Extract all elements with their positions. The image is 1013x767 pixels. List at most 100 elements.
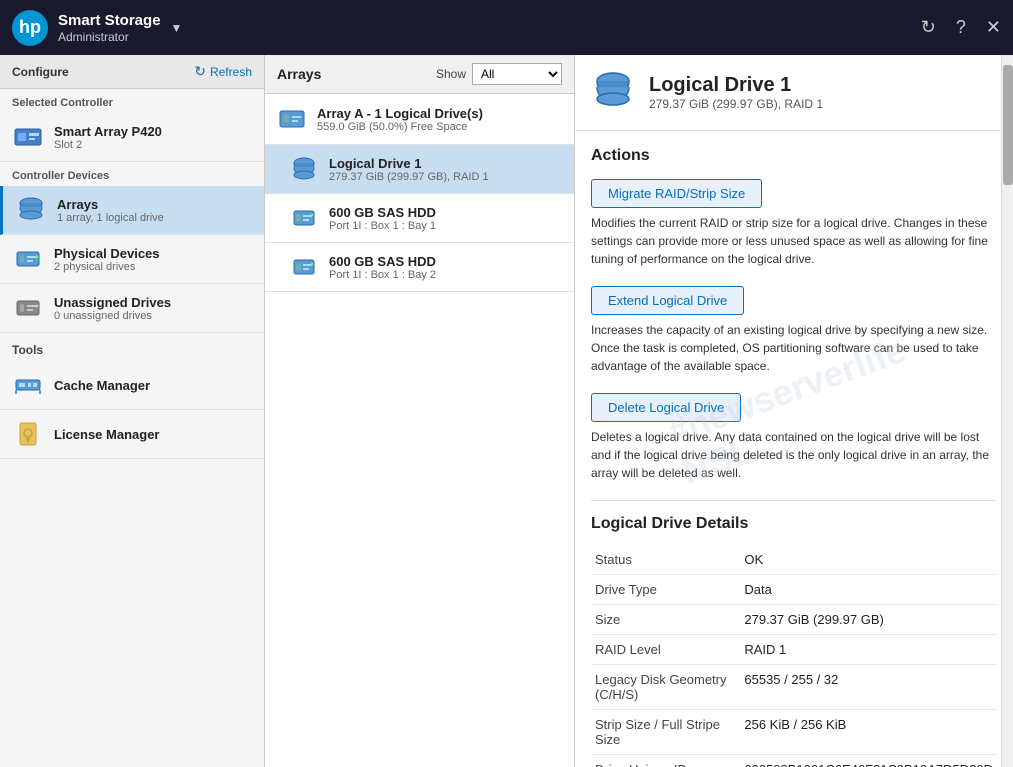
sidebar: Configure ↻ Refresh Selected Controller …: [0, 55, 265, 767]
action-migrate-raid: Migrate RAID/Strip Size Modifies the cur…: [591, 179, 997, 268]
physical-devices-text: Physical Devices 2 physical drives: [54, 246, 160, 273]
drive-item-logical-drive-1[interactable]: Logical Drive 1 279.37 GiB (299.97 GB), …: [265, 145, 574, 194]
controller-icon: [12, 121, 44, 153]
center-header: Arrays Show All: [265, 55, 574, 94]
show-select[interactable]: All: [472, 63, 562, 85]
details-value-5: 256 KiB / 256 KiB: [740, 710, 997, 755]
delete-logical-drive-desc: Deletes a logical drive. Any data contai…: [591, 428, 997, 482]
right-header: Logical Drive 1 279.37 GiB (299.97 GB), …: [575, 55, 1013, 131]
logical-drive-1-text: Logical Drive 1 279.37 GiB (299.97 GB), …: [329, 156, 489, 183]
logo-area: hp Smart Storage Administrator ▼: [12, 10, 921, 46]
app-name: Smart Storage: [58, 12, 161, 30]
tools-label: Tools: [0, 333, 264, 361]
extend-logical-drive-button[interactable]: Extend Logical Drive: [591, 286, 744, 315]
controller-name: Smart Array P420: [54, 124, 162, 139]
details-row-0: StatusOK: [591, 545, 997, 575]
selected-controller-label: Selected Controller: [0, 89, 264, 113]
sidebar-item-arrays[interactable]: Arrays 1 array, 1 logical drive: [0, 186, 264, 235]
scrollbar-thumb: [1003, 65, 1013, 185]
details-label-3: RAID Level: [591, 635, 740, 665]
details-table: StatusOKDrive TypeDataSize279.37 GiB (29…: [591, 545, 997, 767]
details-value-2: 279.37 GiB (299.97 GB): [740, 605, 997, 635]
array-group-icon: [277, 104, 307, 134]
physical-devices-name: Physical Devices: [54, 246, 160, 261]
cache-manager-text: Cache Manager: [54, 378, 150, 393]
unassigned-text: Unassigned Drives 0 unassigned drives: [54, 295, 171, 322]
details-label-5: Strip Size / Full Stripe Size: [591, 710, 740, 755]
cache-manager-name: Cache Manager: [54, 378, 150, 393]
right-scrollbar[interactable]: [1001, 55, 1013, 767]
details-label-0: Status: [591, 545, 740, 575]
delete-logical-drive-button[interactable]: Delete Logical Drive: [591, 393, 741, 422]
center-panel: Arrays Show All: [265, 55, 575, 767]
arrays-name: Arrays: [57, 197, 164, 212]
app-dropdown-arrow[interactable]: ▼: [171, 21, 183, 35]
details-label-4: Legacy Disk Geometry (C/H/S): [591, 665, 740, 710]
sidebar-item-unassigned-drives[interactable]: Unassigned Drives 0 unassigned drives: [0, 284, 264, 333]
sidebar-item-license-manager[interactable]: License Manager: [0, 410, 264, 459]
details-value-4: 65535 / 255 / 32: [740, 665, 997, 710]
close-icon[interactable]: ✕: [986, 17, 1001, 38]
configure-header: Configure ↻ Refresh: [0, 55, 264, 89]
unassigned-name: Unassigned Drives: [54, 295, 171, 310]
details-row-1: Drive TypeData: [591, 575, 997, 605]
sidebar-item-physical-devices[interactable]: Physical Devices 2 physical drives: [0, 235, 264, 284]
extend-logical-drive-desc: Increases the capacity of an existing lo…: [591, 321, 997, 375]
migrate-raid-desc: Modifies the current RAID or strip size …: [591, 214, 997, 268]
hp-logo: hp: [12, 10, 48, 46]
drive-item-sas-hdd-1[interactable]: 600 GB SAS HDD Port 1I : Box 1 : Bay 1: [265, 194, 574, 243]
details-value-1: Data: [740, 575, 997, 605]
migrate-raid-button[interactable]: Migrate RAID/Strip Size: [591, 179, 762, 208]
help-icon[interactable]: ?: [956, 17, 966, 38]
right-title-area: Logical Drive 1 279.37 GiB (299.97 GB), …: [649, 74, 823, 111]
array-group-text: Array A - 1 Logical Drive(s) 559.0 GiB (…: [317, 106, 483, 133]
main-layout: Configure ↻ Refresh Selected Controller …: [0, 55, 1013, 767]
details-row-2: Size279.37 GiB (299.97 GB): [591, 605, 997, 635]
array-group-item[interactable]: Array A - 1 Logical Drive(s) 559.0 GiB (…: [265, 94, 574, 145]
license-manager-icon: [12, 418, 44, 450]
right-subtitle: 279.37 GiB (299.97 GB), RAID 1: [649, 97, 823, 111]
details-row-5: Strip Size / Full Stripe Size256 KiB / 2…: [591, 710, 997, 755]
logical-drive-1-icon: [289, 154, 319, 184]
app-subtitle: Administrator: [58, 30, 161, 44]
details-value-0: OK: [740, 545, 997, 575]
details-value-6: 600508B1001C6E46F31C9B19A7D5D20D: [740, 755, 997, 767]
topbar-icons: ↻ ? ✕: [921, 17, 1001, 38]
right-content: Actions Migrate RAID/Strip Size Modifies…: [575, 131, 1013, 767]
logical-drive-1-sub: 279.37 GiB (299.97 GB), RAID 1: [329, 171, 489, 183]
details-row-6: Drive Unique ID600508B1001C6E46F31C9B19A…: [591, 755, 997, 767]
sas-hdd-1-sub: Port 1I : Box 1 : Bay 1: [329, 220, 436, 232]
details-row-3: RAID LevelRAID 1: [591, 635, 997, 665]
license-manager-name: License Manager: [54, 427, 160, 442]
unassigned-sub: 0 unassigned drives: [54, 310, 171, 322]
logical-drive-header-icon: [591, 69, 635, 116]
refresh-icon-sidebar: ↻: [194, 63, 206, 80]
show-filter: Show All: [436, 63, 562, 85]
license-manager-text: License Manager: [54, 427, 160, 442]
right-panel: #newserverlifeNSL Logical Drive 1 279.37…: [575, 55, 1013, 767]
sas-hdd-2-sub: Port 1I : Box 1 : Bay 2: [329, 269, 436, 281]
refresh-button[interactable]: ↻ Refresh: [194, 63, 252, 80]
show-label: Show: [436, 67, 466, 81]
arrays-sub: 1 array, 1 logical drive: [57, 212, 164, 224]
arrays-icon: [15, 194, 47, 226]
controller-slot: Slot 2: [54, 139, 162, 151]
array-group-sub: 559.0 GiB (50.0%) Free Space: [317, 121, 483, 133]
section-divider: [591, 500, 997, 501]
action-delete-drive: Delete Logical Drive Deletes a logical d…: [591, 393, 997, 482]
sidebar-item-controller[interactable]: Smart Array P420 Slot 2: [0, 113, 264, 162]
controller-text: Smart Array P420 Slot 2: [54, 124, 162, 151]
details-value-3: RAID 1: [740, 635, 997, 665]
center-title: Arrays: [277, 66, 321, 82]
drive-list: Array A - 1 Logical Drive(s) 559.0 GiB (…: [265, 94, 574, 767]
actions-title: Actions: [591, 147, 997, 165]
details-label-2: Size: [591, 605, 740, 635]
sidebar-item-cache-manager[interactable]: Cache Manager: [0, 361, 264, 410]
sas-hdd-2-icon: [289, 252, 319, 282]
sas-hdd-2-text: 600 GB SAS HDD Port 1I : Box 1 : Bay 2: [329, 254, 436, 281]
refresh-icon[interactable]: ↻: [921, 17, 936, 38]
sas-hdd-1-icon: [289, 203, 319, 233]
controller-devices-label: Controller Devices: [0, 162, 264, 186]
drive-item-sas-hdd-2[interactable]: 600 GB SAS HDD Port 1I : Box 1 : Bay 2: [265, 243, 574, 292]
action-extend-drive: Extend Logical Drive Increases the capac…: [591, 286, 997, 375]
